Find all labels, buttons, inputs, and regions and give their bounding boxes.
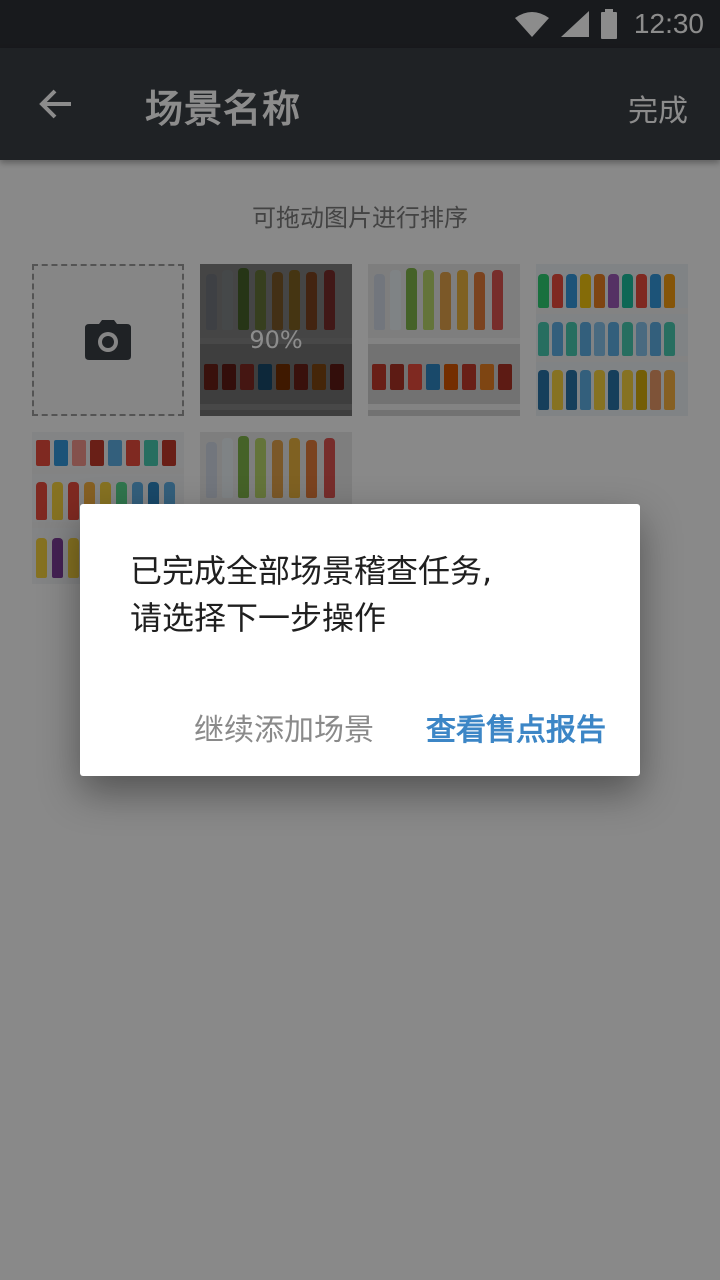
view-report-button[interactable]: 查看售点报告 [426,705,606,749]
dialog-actions: 继续添加场景 查看售点报告 [194,702,606,752]
dialog-message: 已完成全部场景稽查任务, 请选择下一步操作 [130,548,600,642]
dialog-message-line-1: 已完成全部场景稽查任务, [130,552,493,590]
continue-add-scene-button[interactable]: 继续添加场景 [194,705,374,749]
dialog-message-line-2: 请选择下一步操作 [130,599,387,637]
completion-dialog: 已完成全部场景稽查任务, 请选择下一步操作 继续添加场景 查看售点报告 [80,504,640,776]
